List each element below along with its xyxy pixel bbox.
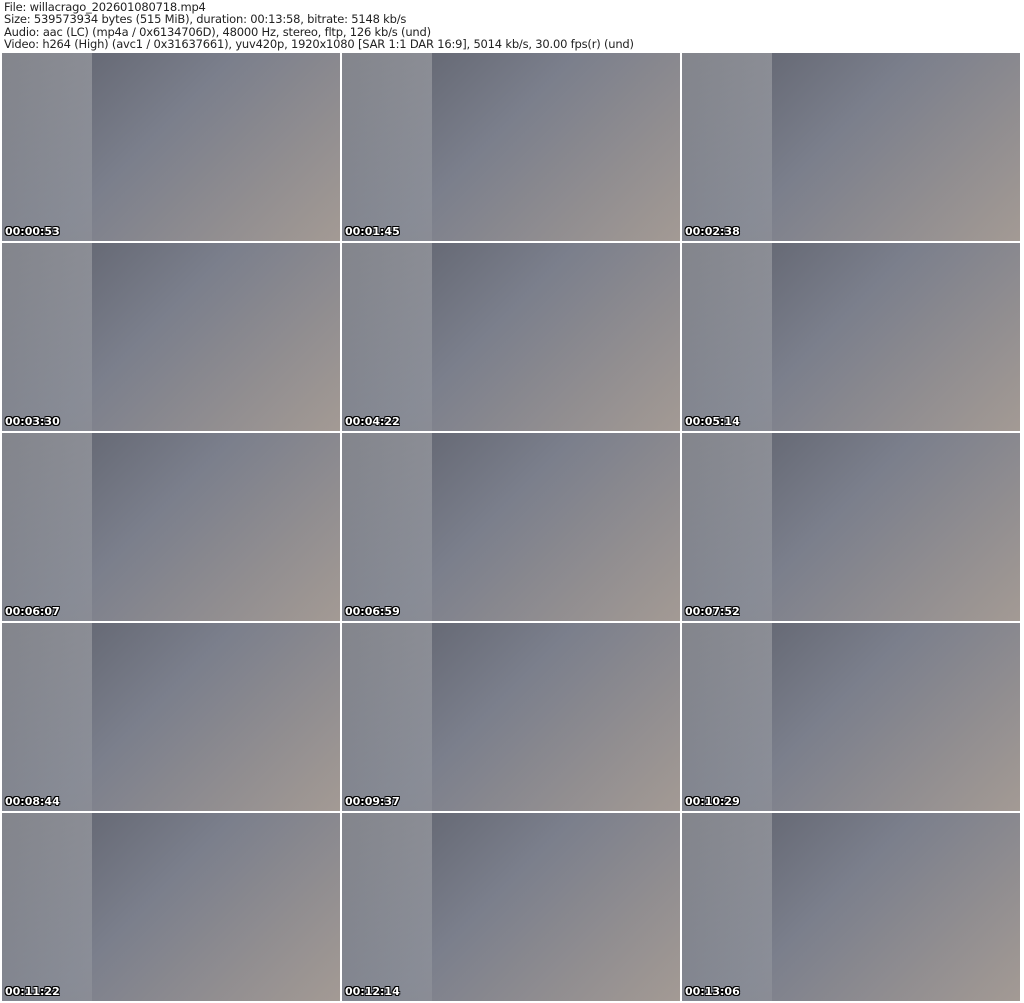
thumbnail-timestamp: 00:00:53 (5, 225, 60, 238)
video-thumbnail: 00:13:06 (682, 813, 1020, 1001)
thumbnail-timestamp: 00:10:29 (685, 795, 740, 808)
thumbnail-timestamp: 00:02:38 (685, 225, 740, 238)
thumbnail-grid: 00:00:53 00:01:45 00:02:38 00:03:30 00:04:22… (2, 53, 1020, 1001)
video-thumbnail: 00:02:38 (682, 53, 1020, 241)
file-size-info: Size: 539573934 bytes (515 MiB), duratio… (4, 12, 407, 27)
video-thumbnail: 00:06:59 (342, 433, 680, 621)
video-thumbnail: 00:04:22 (342, 243, 680, 431)
video-info: Video: h264 (High) (avc1 / 0x31637661), … (4, 37, 634, 52)
thumbnail-timestamp: 00:07:52 (685, 605, 740, 618)
thumbnail-timestamp: 00:13:06 (685, 985, 740, 998)
video-thumbnail: 00:09:37 (342, 623, 680, 811)
file-info-header: File: willacrago_202601080718.mp4 Size: … (4, 1, 634, 51)
video-thumbnail: 00:07:52 (682, 433, 1020, 621)
thumbnail-timestamp: 00:06:07 (5, 605, 60, 618)
thumbnail-timestamp: 00:05:14 (685, 415, 740, 428)
thumbnail-timestamp: 00:03:30 (5, 415, 60, 428)
video-thumbnail: 00:11:22 (2, 813, 340, 1001)
video-thumbnail: 00:12:14 (342, 813, 680, 1001)
video-thumbnail: 00:00:53 (2, 53, 340, 241)
thumbnail-timestamp: 00:08:44 (5, 795, 60, 808)
video-thumbnail: 00:01:45 (342, 53, 680, 241)
video-thumbnail: 00:05:14 (682, 243, 1020, 431)
thumbnail-timestamp: 00:11:22 (5, 985, 60, 998)
thumbnail-timestamp: 00:12:14 (345, 985, 400, 998)
video-thumbnail: 00:10:29 (682, 623, 1020, 811)
thumbnail-timestamp: 00:09:37 (345, 795, 400, 808)
thumbnail-timestamp: 00:04:22 (345, 415, 400, 428)
thumbnail-timestamp: 00:06:59 (345, 605, 400, 618)
video-thumbnail: 00:08:44 (2, 623, 340, 811)
thumbnail-timestamp: 00:01:45 (345, 225, 400, 238)
video-thumbnail: 00:03:30 (2, 243, 340, 431)
video-thumbnail: 00:06:07 (2, 433, 340, 621)
